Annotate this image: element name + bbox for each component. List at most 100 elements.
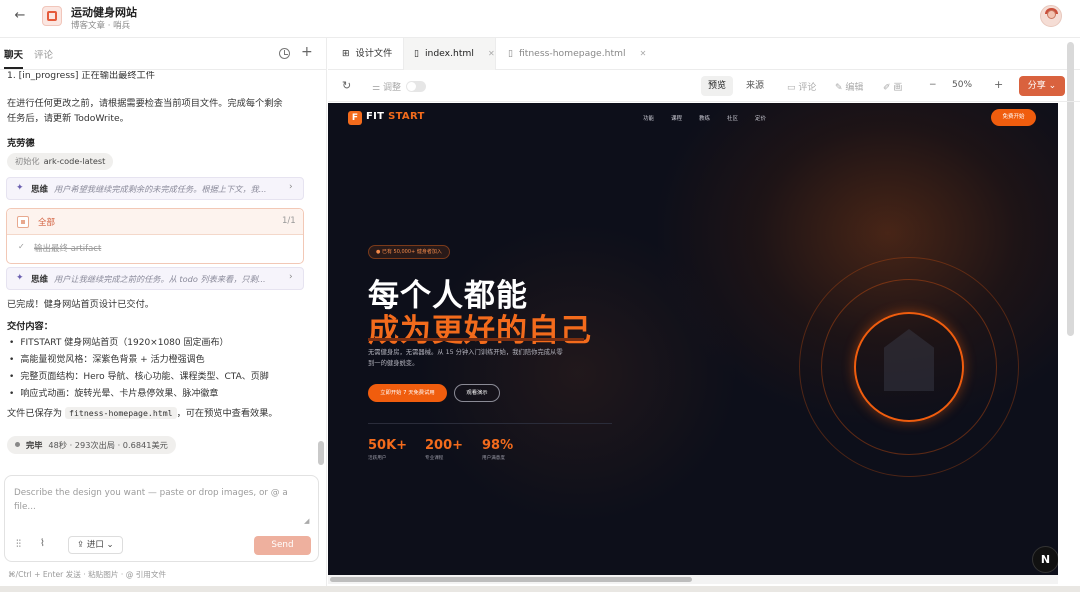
prompt-input[interactable]: Describe the design you want — paste or … [14, 486, 304, 514]
thinking-block-1[interactable]: ✦ 思维 用户希望我继续完成剩余的未完成任务。根据上下文，我... › [6, 177, 304, 200]
status-dot [15, 442, 20, 447]
close-icon[interactable]: ✕ [640, 49, 647, 58]
top-bar: ← 运动健身网站 博客文章 · 哨兵 [0, 0, 1080, 38]
comment-button[interactable]: ▭ 评论 [787, 80, 816, 93]
resize-handle-icon[interactable]: ◢ [304, 517, 309, 525]
hero-headline-2: 成为更好的自己 [368, 313, 592, 349]
share-button[interactable]: 分享 ⌄ [1019, 76, 1065, 96]
chat-scrollbar-thumb[interactable] [318, 441, 324, 465]
avatar-face [1047, 10, 1056, 19]
deliver-bullet: 响应式动画：旋转光晕、卡片悬停效果、脉冲徽章 [9, 388, 218, 401]
todo-count: 1/1 [282, 216, 296, 226]
tweak-button[interactable]: ⚌ 调整 [372, 80, 401, 93]
paperclip-icon[interactable]: ⌇ [40, 538, 45, 549]
import-button[interactable]: ⇪ 进口 ⌄ [68, 536, 123, 554]
edit-button[interactable]: ✎ 编辑 [835, 80, 863, 93]
hero-demo-button[interactable]: 观看演示 [454, 384, 500, 402]
source-mode-button[interactable]: 来源 [739, 76, 771, 96]
glow-ring-inner [854, 312, 964, 422]
left-tabs: 聊天 评论 + [0, 38, 327, 70]
todo-card: 全部 1/1 ✓ 输出最终 artifact [6, 208, 304, 264]
todo-item: 输出最终 artifact [34, 244, 102, 254]
chevron-down-icon: ⌄ [103, 540, 114, 550]
history-icon[interactable] [279, 48, 290, 59]
todo-header[interactable]: 全部 1/1 [7, 209, 303, 235]
site-nav-link[interactable]: 定价 [755, 114, 766, 122]
preview-toolbar: ↻ ⚌ 调整 预览 来源 ▭ 评论 ✎ 编辑 ✐ 画 − 50% + 分享 ⌄ [328, 71, 1080, 102]
instruction-line-1: 在进行任何更改之前，请根据需要检查当前项目文件。完成每个剩余 [7, 98, 283, 109]
import-label: 进口 [86, 540, 104, 550]
todo-header-label: 全部 [38, 218, 56, 228]
tab-index-html[interactable]: ▯ index.html ✕ [403, 38, 496, 70]
site-nav-link[interactable]: 社区 [727, 114, 738, 122]
assistant-name: 克劳德 [7, 138, 35, 149]
preview-scrollbar-thumb[interactable] [330, 577, 692, 582]
saved-suffix: ，可在预览中查看效果。 [176, 408, 278, 419]
tweak-icon: ⚌ [372, 83, 383, 93]
share-label: 分享 [1027, 81, 1046, 91]
stat-value: 50K+ [368, 438, 408, 453]
thinking-text: 用户希望我继续完成剩余的未完成任务。根据上下文，我... [54, 184, 267, 194]
user-avatar[interactable] [1040, 5, 1062, 27]
edit-icon: ✎ [835, 83, 846, 93]
comment-icon: ▭ [787, 83, 799, 93]
new-chat-plus-icon[interactable]: + [301, 44, 313, 60]
sliders-icon[interactable]: ⫶⫶ [16, 539, 21, 550]
stat-item: 200+ 专业课程 [425, 438, 463, 461]
window-bottom-edge [0, 586, 1080, 592]
stat-value: 200+ [425, 438, 464, 453]
deliver-bullet: 高能量视觉风格：深紫色背景 + 活力橙强调色 [9, 354, 204, 367]
floating-n-button[interactable]: N [1032, 546, 1058, 573]
zoom-level: 50% [952, 80, 973, 90]
tab-design-files[interactable]: ⊞ 设计文件 [342, 38, 392, 70]
edit-label: 编辑 [845, 83, 864, 93]
hero-primary-button[interactable]: 立即开始 7 天免费试用 [368, 384, 447, 402]
site-nav-cta[interactable]: 免费开始 [991, 109, 1036, 126]
draw-button[interactable]: ✐ 画 [883, 80, 902, 93]
thinking-label: 思维 [31, 275, 49, 285]
zoom-in-button[interactable]: + [994, 78, 1003, 91]
view-mode-switch: 预览 来源 [701, 76, 765, 96]
tab-fitness-homepage[interactable]: ▯ fitness-homepage.html ✕ [508, 38, 646, 70]
site-nav-link[interactable]: 课程 [671, 114, 682, 122]
brand-start: START [388, 111, 425, 122]
tweak-toggle[interactable] [406, 81, 426, 92]
zoom-out-button[interactable]: − [929, 80, 937, 90]
hero-glow [418, 223, 738, 523]
site-logo-icon[interactable]: F [348, 111, 362, 125]
project-subtitle: 博客文章 · 哨兵 [71, 21, 131, 31]
todo-list-icon [17, 216, 29, 228]
design-files-label: 设计文件 [355, 48, 393, 59]
stat-value: 98% [482, 438, 514, 453]
instruction-line-2: 任务后，请更新 TodoWrite。 [7, 113, 129, 124]
project-icon [47, 11, 57, 21]
done-status-chip: 完毕 48秒 · 293次出局 · 0.6841美元 [7, 436, 176, 454]
tweak-label: 调整 [382, 83, 401, 93]
tab-comments[interactable]: 评论 [34, 47, 53, 61]
stat-label: 活跃用户 [368, 456, 387, 461]
file-icon: ▯ [508, 49, 513, 59]
comment-label: 评论 [798, 83, 817, 93]
composer-hint: ⌘/Ctrl + Enter 发送 · 粘贴图片 · @ 引用文件 [8, 570, 167, 579]
site-nav-link[interactable]: 教练 [699, 114, 710, 122]
thinking-label: 思维 [31, 185, 49, 195]
chat-scrollbar[interactable] [317, 71, 325, 466]
site-nav-link[interactable]: 功能 [643, 114, 654, 122]
done-stats: 48秒 · 293次出局 · 0.6841美元 [48, 440, 168, 450]
thinking-block-2[interactable]: ✦ 思维 用户让我继续完成之前的任务。从 todo 列表来看，只剩... › [6, 267, 304, 290]
done-line: 已完成！健身网站首页设计已交付。 [7, 299, 154, 310]
preview-horizontal-scrollbar[interactable] [328, 575, 1058, 584]
thinking-text: 用户让我继续完成之前的任务。从 todo 列表来看，只剩... [54, 274, 266, 284]
project-logo [42, 6, 62, 26]
file-tab-label: index.html [424, 48, 474, 59]
send-button[interactable]: Send [254, 536, 311, 555]
refresh-icon[interactable]: ↻ [342, 79, 351, 92]
back-arrow-icon[interactable]: ← [12, 8, 28, 24]
file-icon: ▯ [414, 49, 419, 59]
file-tab-label: fitness-homepage.html [518, 48, 626, 59]
checkmark-icon: ✓ [18, 242, 25, 251]
preview-mode-button[interactable]: 预览 [701, 76, 733, 96]
site-brand[interactable]: FIT START [366, 111, 425, 122]
tab-chat[interactable]: 聊天 [4, 47, 24, 69]
close-icon[interactable]: ✕ [488, 49, 495, 58]
